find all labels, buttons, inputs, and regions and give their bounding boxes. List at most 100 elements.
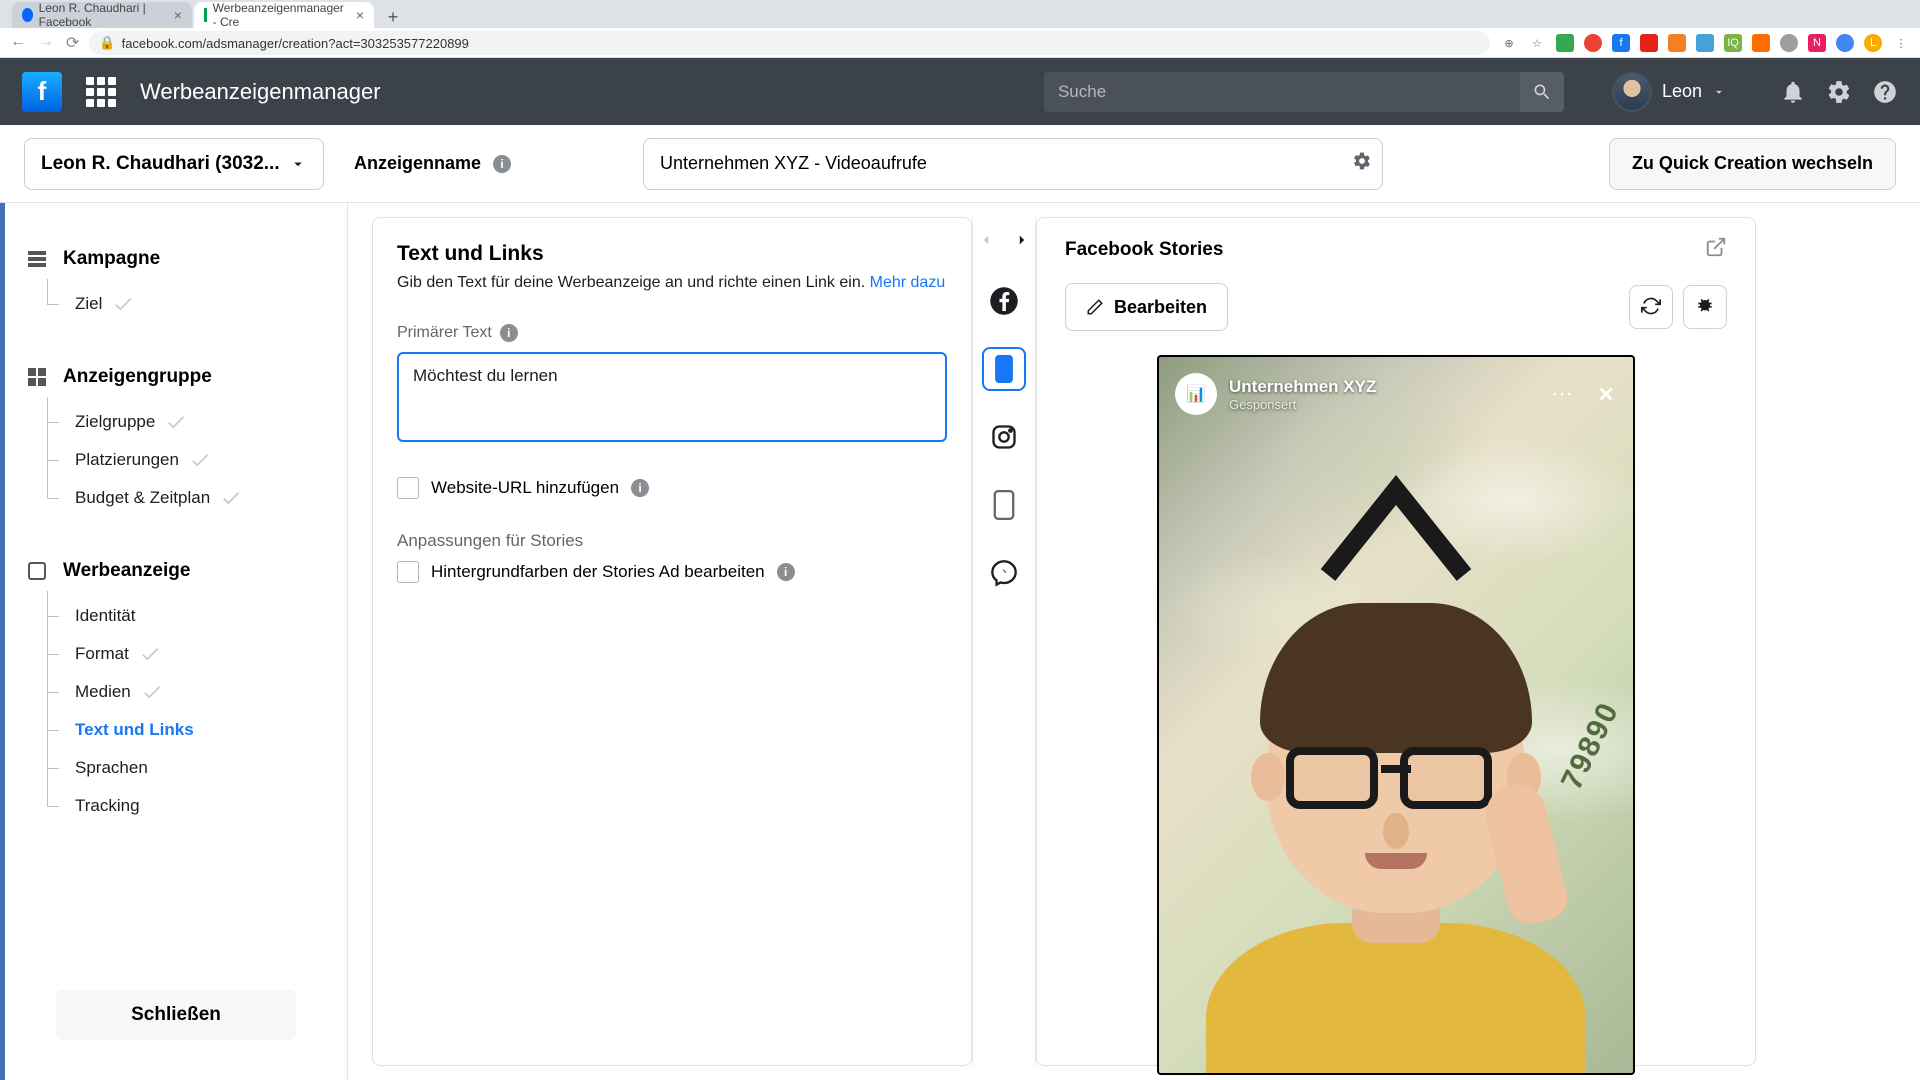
- ad-name-label: Anzeigenname: [354, 153, 481, 174]
- close-icon[interactable]: ×: [174, 7, 182, 23]
- ext-icon[interactable]: [1556, 34, 1574, 52]
- tab-title: Werbeanzeigenmanager - Cre: [213, 1, 344, 29]
- rail-messenger[interactable]: [982, 551, 1026, 595]
- ext-icon[interactable]: IQ: [1724, 34, 1742, 52]
- sidebar-item-format[interactable]: Format: [41, 635, 347, 673]
- sidebar-section-ad[interactable]: Werbeanzeige: [5, 545, 347, 597]
- rail-tablet[interactable]: [982, 483, 1026, 527]
- gear-icon[interactable]: [1352, 151, 1372, 176]
- bg-colors-row[interactable]: Hintergrundfarben der Stories Ad bearbei…: [397, 561, 947, 583]
- sidebar-item-budget[interactable]: Budget & Zeitplan: [41, 479, 347, 517]
- apps-menu-icon[interactable]: [86, 77, 116, 107]
- chevron-left-icon[interactable]: [977, 231, 995, 249]
- card-heading: Text und Links: [397, 242, 947, 266]
- ext-icon[interactable]: [1780, 34, 1798, 52]
- sidebar-item-sprachen[interactable]: Sprachen: [41, 749, 347, 787]
- adsmanager-favicon-icon: [204, 8, 207, 22]
- ext-icon[interactable]: [1640, 34, 1658, 52]
- sidebar-item-zielgruppe[interactable]: Zielgruppe: [41, 403, 347, 441]
- ext-icon[interactable]: [1668, 34, 1686, 52]
- ext-icon[interactable]: f: [1612, 34, 1630, 52]
- refresh-button[interactable]: [1629, 285, 1673, 329]
- bell-icon[interactable]: [1780, 79, 1806, 105]
- preview-title: Facebook Stories: [1065, 239, 1223, 261]
- ext-icon[interactable]: N: [1808, 34, 1826, 52]
- story-sponsored: Gesponsert: [1229, 397, 1376, 412]
- account-selector[interactable]: Leon R. Chaudhari (3032...: [24, 138, 324, 190]
- rail-nav: [977, 231, 1031, 249]
- mobile-icon: [995, 355, 1013, 383]
- new-tab-button[interactable]: +: [382, 6, 404, 28]
- info-icon[interactable]: i: [500, 324, 518, 342]
- quick-creation-button[interactable]: Zu Quick Creation wechseln: [1609, 138, 1896, 190]
- check-icon: [220, 487, 242, 509]
- story-preview: 79890 📊 Unternehmen XYZ Gesponsert ⋯: [1157, 355, 1635, 1075]
- address-bar: ← → ⟳ 🔒 facebook.com/adsmanager/creation…: [0, 28, 1920, 58]
- sidebar-item-platzierungen[interactable]: Platzierungen: [41, 441, 347, 479]
- search-input[interactable]: [1044, 72, 1520, 112]
- chevron-down-icon: [1712, 85, 1726, 99]
- star-icon[interactable]: ☆: [1528, 34, 1546, 52]
- sidebar-section-campaign[interactable]: Kampagne: [5, 233, 347, 285]
- close-icon[interactable]: ×: [356, 7, 364, 23]
- ext-icon[interactable]: [1752, 34, 1770, 52]
- sidebar-section-adset[interactable]: Anzeigengruppe: [5, 351, 347, 403]
- ext-icon[interactable]: [1836, 34, 1854, 52]
- info-icon[interactable]: i: [631, 479, 649, 497]
- browser-chrome: Leon R. Chaudhari | Facebook × Werbeanze…: [0, 0, 1920, 58]
- check-icon: [112, 293, 134, 315]
- primary-text-input[interactable]: [397, 352, 947, 442]
- reload-icon[interactable]: ⟳: [66, 33, 79, 53]
- sidebar-item-identitaet[interactable]: Identität: [41, 597, 347, 635]
- zoom-icon[interactable]: ⊕: [1500, 34, 1518, 52]
- messenger-icon: [990, 559, 1018, 587]
- sidebar-item-text-links[interactable]: Text und Links: [41, 711, 347, 749]
- edit-button[interactable]: Bearbeiten: [1065, 283, 1228, 331]
- facebook-logo-icon[interactable]: f: [22, 72, 62, 112]
- stories-section-label: Anpassungen für Stories: [397, 531, 947, 551]
- rail-facebook[interactable]: [982, 279, 1026, 323]
- sidebar-item-tracking[interactable]: Tracking: [41, 787, 347, 825]
- tablet-icon: [993, 490, 1015, 520]
- help-icon[interactable]: [1872, 79, 1898, 105]
- rail-instagram[interactable]: [982, 415, 1026, 459]
- facebook-icon: [989, 286, 1019, 316]
- story-header: 📊 Unternehmen XYZ Gesponsert ⋯: [1175, 373, 1617, 415]
- debug-button[interactable]: [1683, 285, 1727, 329]
- browser-tab-1[interactable]: Leon R. Chaudhari | Facebook ×: [12, 2, 192, 28]
- info-icon[interactable]: i: [493, 155, 511, 173]
- chevron-right-icon[interactable]: [1013, 231, 1031, 249]
- ad-name-input[interactable]: [660, 153, 1366, 174]
- back-icon[interactable]: ←: [10, 33, 26, 53]
- close-button[interactable]: Schließen: [56, 990, 296, 1040]
- checkbox[interactable]: [397, 477, 419, 499]
- user-menu[interactable]: Leon: [1612, 72, 1726, 112]
- account-name: Leon R. Chaudhari (3032...: [41, 153, 280, 175]
- ext-icon[interactable]: [1584, 34, 1602, 52]
- app-header: f Werbeanzeigenmanager Leon: [0, 58, 1920, 125]
- sidebar-item-medien[interactable]: Medien: [41, 673, 347, 711]
- channel-rail: [972, 217, 1036, 1066]
- menu-icon[interactable]: ⋮: [1892, 34, 1910, 52]
- info-icon[interactable]: i: [777, 563, 795, 581]
- search-button[interactable]: [1520, 72, 1564, 112]
- sub-header: Leon R. Chaudhari (3032... Anzeigenname …: [0, 125, 1920, 203]
- learn-more-link[interactable]: Mehr dazu: [870, 274, 946, 291]
- campaign-icon: [25, 247, 49, 271]
- pencil-icon: [1086, 298, 1104, 316]
- checkbox[interactable]: [397, 561, 419, 583]
- open-external-icon[interactable]: [1705, 236, 1727, 263]
- more-icon[interactable]: ⋯: [1551, 381, 1573, 407]
- url-field[interactable]: 🔒 facebook.com/adsmanager/creation?act=3…: [89, 31, 1490, 55]
- browser-tab-2[interactable]: Werbeanzeigenmanager - Cre ×: [194, 2, 374, 28]
- forward-icon[interactable]: →: [38, 33, 54, 53]
- rail-mobile[interactable]: [982, 347, 1026, 391]
- sidebar-item-ziel[interactable]: Ziel: [41, 285, 347, 323]
- close-icon[interactable]: [1595, 383, 1617, 405]
- website-url-row[interactable]: Website-URL hinzufügen i: [397, 477, 947, 499]
- primary-text-label: Primärer Text i: [397, 324, 947, 342]
- ad-icon: [25, 559, 49, 583]
- profile-avatar-icon[interactable]: L: [1864, 34, 1882, 52]
- gear-icon[interactable]: [1826, 79, 1852, 105]
- ext-icon[interactable]: [1696, 34, 1714, 52]
